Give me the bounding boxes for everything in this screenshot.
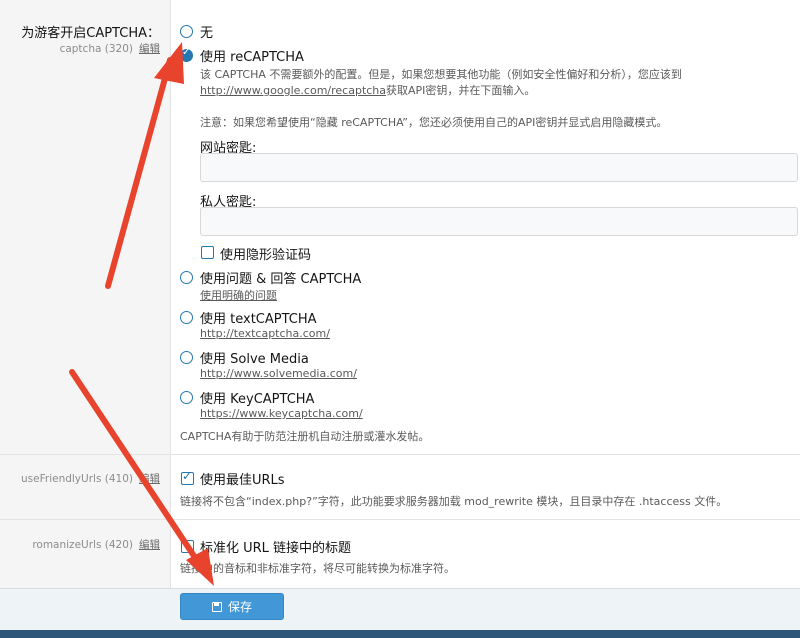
radio-keycaptcha[interactable] <box>180 391 193 404</box>
captcha-edit-link[interactable]: 编辑 <box>139 43 160 55</box>
question-answer-link[interactable]: 使用明确的问题 <box>200 287 277 303</box>
friendly-urls-checkbox[interactable] <box>181 469 194 485</box>
invisible-captcha-checkbox[interactable] <box>201 246 214 259</box>
keycaptcha-link[interactable]: https://www.keycaptcha.com/ <box>200 407 363 420</box>
radio-solvemedia[interactable] <box>180 351 193 364</box>
radio-textcaptcha-label: 使用 textCAPTCHA <box>200 312 317 327</box>
secret-key-input[interactable] <box>200 207 798 236</box>
radio-none[interactable] <box>180 25 193 38</box>
captcha-option-order: (320) <box>104 43 133 55</box>
radio-textcaptcha[interactable] <box>180 311 193 324</box>
friendly-urls-label: 使用最佳URLs <box>200 473 285 488</box>
friendly-urls-hint: useFriendlyUrls (410) 编辑 <box>21 471 160 486</box>
captcha-option-hint: captcha (320) 编辑 <box>60 41 160 56</box>
romanize-urls-hint: romanizeUrls (420) 编辑 <box>32 537 160 552</box>
recaptcha-description-rest: 获取API密钥，并在下面输入。 <box>386 84 536 97</box>
romanize-urls-checkbox[interactable] <box>181 540 194 553</box>
recaptcha-note: 注意：如果您希望使用“隐藏 reCAPTCHA”，您还必须使用自己的API密钥并… <box>200 116 668 129</box>
friendly-urls-description: 链接将不包含“index.php?”字符，此功能要求服务器加载 mod_rewr… <box>180 495 728 508</box>
save-button-label: 保存 <box>227 600 252 614</box>
radio-keycaptcha-label: 使用 KeyCAPTCHA <box>200 392 315 407</box>
friendly-urls-edit-link[interactable]: 编辑 <box>139 473 160 485</box>
radio-question-answer[interactable] <box>180 271 193 284</box>
form-footer <box>0 588 800 631</box>
romanize-urls-order: (420) <box>104 539 133 551</box>
radio-recaptcha[interactable] <box>180 47 193 62</box>
romanize-urls-key: romanizeUrls <box>32 539 102 551</box>
divider <box>0 454 800 455</box>
labels-column <box>0 0 171 588</box>
recaptcha-description: 该 CAPTCHA 不需要额外的配置。但是，如果您想要其他功能（例如安全性偏好和… <box>200 68 682 81</box>
divider <box>0 519 800 520</box>
friendly-urls-order: (410) <box>104 473 133 485</box>
bottom-bar <box>0 630 800 638</box>
captcha-option-key: captcha <box>59 43 102 55</box>
friendly-urls-key: useFriendlyUrls <box>21 473 102 485</box>
romanize-urls-description: 链接中的音标和非标准字符，将尽可能转换为标准字符。 <box>180 562 455 575</box>
romanize-urls-edit-link[interactable]: 编辑 <box>139 539 160 551</box>
romanize-urls-label: 标准化 URL 链接中的标题 <box>200 541 352 556</box>
solvemedia-link[interactable]: http://www.solvemedia.com/ <box>200 367 357 380</box>
captcha-option-title: 为游客开启CAPTCHA： <box>21 26 160 41</box>
save-button[interactable]: 保存 <box>180 593 284 620</box>
recaptcha-google-link[interactable]: http://www.google.com/recaptcha <box>200 84 386 97</box>
textcaptcha-link[interactable]: http://textcaptcha.com/ <box>200 327 330 340</box>
radio-question-answer-label: 使用问题 & 回答 CAPTCHA <box>200 272 362 287</box>
recaptcha-description-line2: http://www.google.com/recaptcha获取API密钥，并… <box>200 82 535 98</box>
radio-solvemedia-label: 使用 Solve Media <box>200 352 309 367</box>
site-key-input[interactable] <box>200 153 798 182</box>
save-icon <box>211 601 222 612</box>
captcha-explain: CAPTCHA有助于防范注册机自动注册或灌水发帖。 <box>180 430 430 443</box>
radio-none-label: 无 <box>200 26 214 41</box>
radio-recaptcha-label: 使用 reCAPTCHA <box>200 50 304 65</box>
invisible-captcha-label: 使用隐形验证码 <box>220 248 312 263</box>
